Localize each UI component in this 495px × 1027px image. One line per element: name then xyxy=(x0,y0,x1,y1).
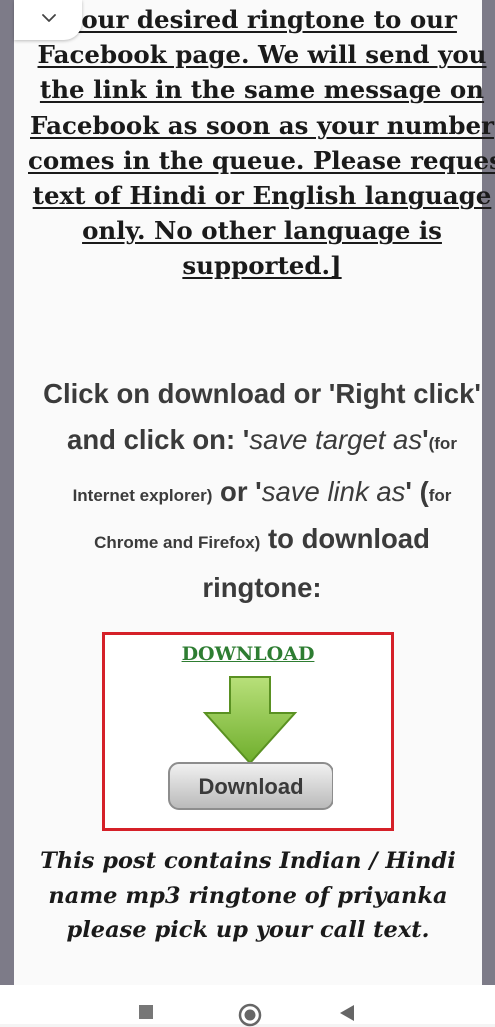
instruction-line-1: Click on download or 'Right click' xyxy=(43,378,481,409)
android-nav-bar xyxy=(0,985,495,1027)
download-link[interactable]: DOWNLOAD xyxy=(105,643,391,665)
intro-line: Facebook page. We will send you xyxy=(37,40,487,70)
intro-paragraph[interactable]: your desired ringtone to our Facebook pa… xyxy=(28,2,495,284)
download-box: DOWNLOAD Download xyxy=(102,632,394,831)
instruction-line-3: Internet explorer) or 'save link as' (fo… xyxy=(72,476,452,507)
chevron-down-icon xyxy=(42,14,56,22)
intro-line: the link in the same message on xyxy=(39,75,485,105)
page-content: your desired ringtone to our Facebook pa… xyxy=(14,0,495,985)
intro-line: comes in the queue. Please request xyxy=(28,145,495,175)
circle-icon[interactable] xyxy=(238,1003,262,1027)
post-caption: This post contains Indian / Hindi name m… xyxy=(14,844,482,948)
caption-line: This post contains Indian / Hindi xyxy=(40,848,456,874)
instruction-line-2: and click on: 'save target as'(for xyxy=(67,424,457,455)
intro-line: Facebook as soon as your number xyxy=(30,110,494,140)
triangle-back-icon[interactable] xyxy=(340,1005,355,1021)
download-button-label: Download xyxy=(198,774,303,799)
caption-line: please pick up your call text. xyxy=(66,917,430,943)
download-button[interactable]: Download xyxy=(163,675,333,813)
intro-line: only. No other language is xyxy=(82,216,442,246)
download-arrow-icon xyxy=(202,676,298,765)
instruction-line-5: ringtone: xyxy=(202,572,322,603)
intro-line: text of Hindi or English language xyxy=(32,181,492,211)
caption-line: name mp3 ringtone of priyanka xyxy=(48,882,448,909)
square-icon[interactable] xyxy=(139,1005,153,1019)
page-side-margin-left xyxy=(0,0,14,985)
collapse-button[interactable] xyxy=(14,0,82,40)
instruction-line-4: Chrome and Firefox) to download xyxy=(94,523,430,554)
intro-line: supported.] xyxy=(182,251,342,281)
intro-line: your desired ringtone to our xyxy=(67,5,457,34)
